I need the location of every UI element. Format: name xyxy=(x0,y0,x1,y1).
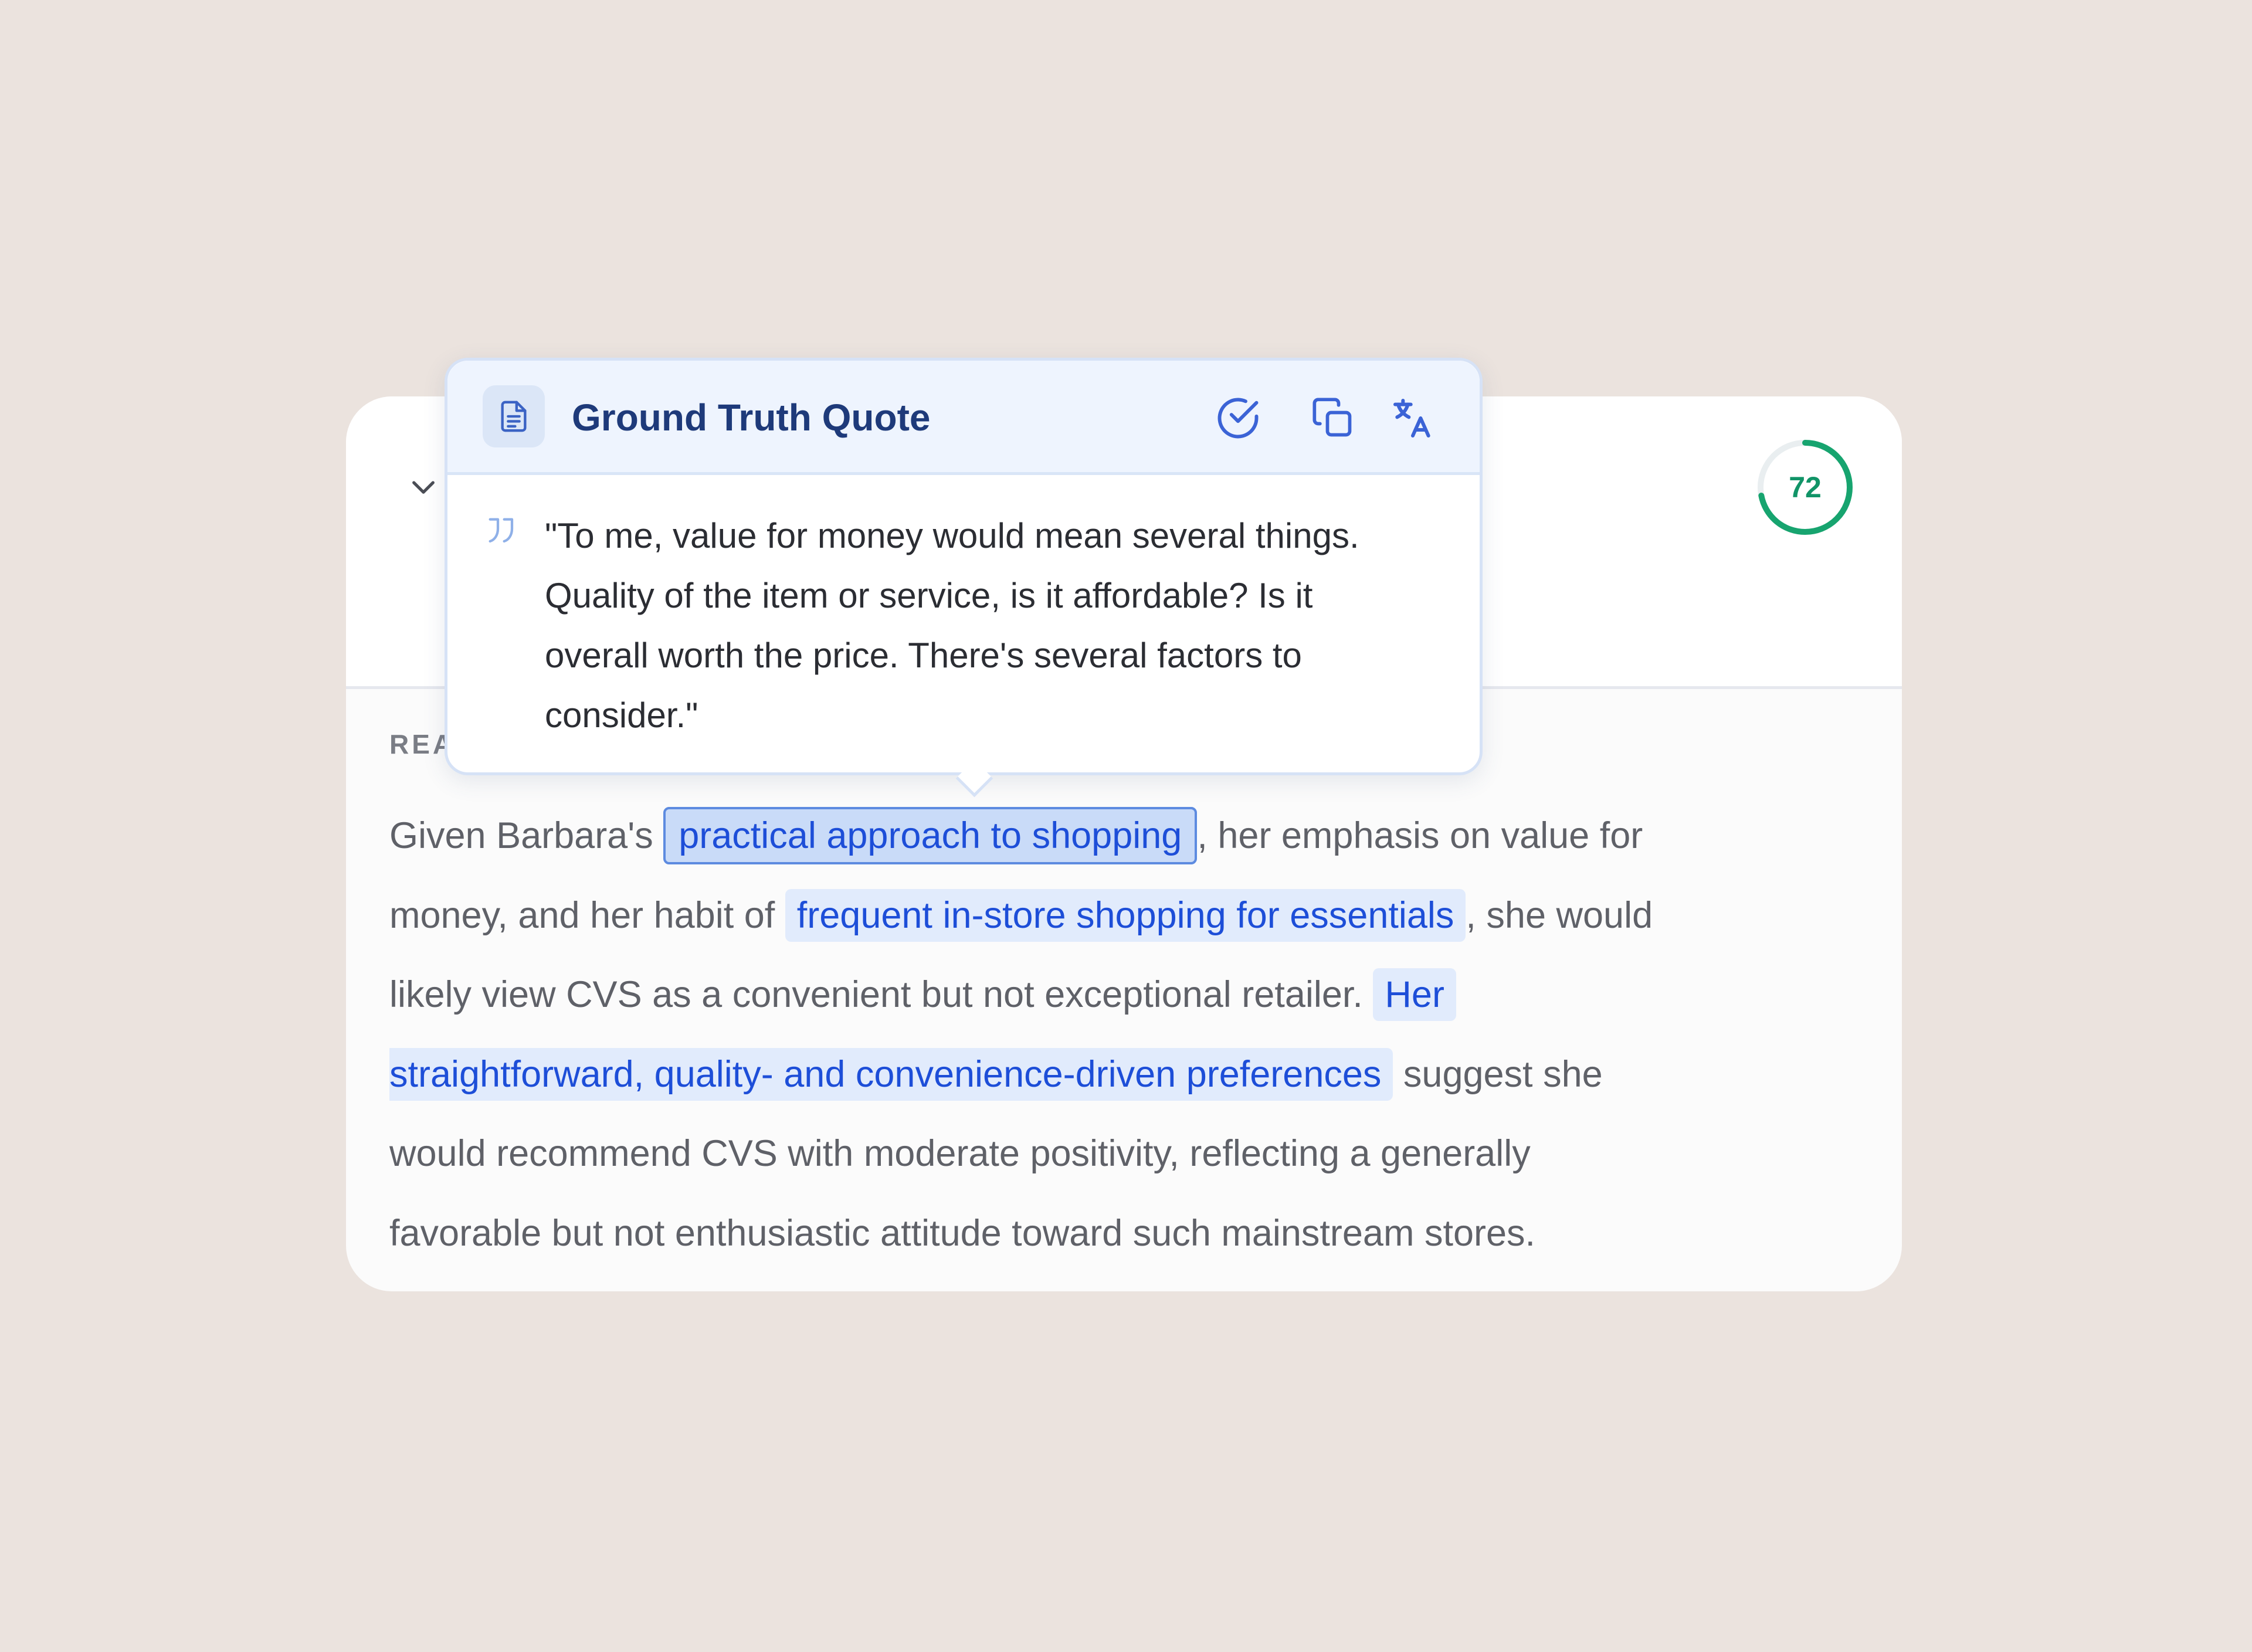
quote-mark-icon xyxy=(484,513,526,555)
highlight-span[interactable]: straightforward, quality- and convenienc… xyxy=(389,1047,1393,1101)
score-value: 72 xyxy=(1789,471,1822,504)
popover-title: Ground Truth Quote xyxy=(572,396,931,439)
reasoning-text-segment: , her emphasis on value for xyxy=(1197,815,1643,856)
score-ring: 72 xyxy=(1755,437,1856,538)
quote-text: "To me, value for money would mean sever… xyxy=(545,506,1460,745)
quote-line: consider." xyxy=(545,696,698,735)
reasoning-line: Given Barbara's practical approach to sh… xyxy=(389,796,1867,876)
reasoning-line: straightforward, quality- and convenienc… xyxy=(389,1035,1867,1115)
quote-line: overall worth the price. There's several… xyxy=(545,636,1302,675)
highlight-span[interactable]: Her xyxy=(1373,968,1456,1021)
reasoning-text-segment: Given Barbara's xyxy=(389,815,664,856)
ground-truth-popover: Ground Truth Quote "To me, value for mon… xyxy=(445,358,1483,798)
highlight-span[interactable]: frequent in-store shopping for essential… xyxy=(785,888,1466,942)
reasoning-line: favorable but not enthusiastic attitude … xyxy=(389,1194,1867,1274)
chevron-down-icon[interactable] xyxy=(405,468,442,506)
reasoning-text-segment: favorable but not enthusiastic attitude … xyxy=(389,1212,1536,1254)
highlight-span-active[interactable]: practical approach to shopping xyxy=(663,807,1198,864)
reasoning-text-segment: would recommend CVS with moderate positi… xyxy=(389,1133,1531,1174)
quote-line: Quality of the item or service, is it af… xyxy=(545,576,1313,615)
reasoning-line: likely view CVS as a convenient but not … xyxy=(389,955,1867,1035)
reasoning-text-segment: money, and her habit of xyxy=(389,894,785,936)
translate-icon[interactable] xyxy=(1386,391,1440,445)
reasoning-text: Given Barbara's practical approach to sh… xyxy=(389,796,1867,1273)
popover-header: Ground Truth Quote xyxy=(447,361,1480,475)
reasoning-line: would recommend CVS with moderate positi… xyxy=(389,1114,1867,1194)
reasoning-line: money, and her habit of frequent in-stor… xyxy=(389,876,1867,956)
reasoning-text-segment: , she would xyxy=(1466,894,1653,936)
copy-icon[interactable] xyxy=(1306,391,1360,445)
check-circle-icon[interactable] xyxy=(1211,391,1265,445)
reasoning-text-segment: likely view CVS as a convenient but not … xyxy=(389,974,1373,1015)
reasoning-text-segment: suggest she xyxy=(1393,1053,1603,1095)
document-icon xyxy=(483,385,545,447)
quote-line: "To me, value for money would mean sever… xyxy=(545,516,1359,555)
